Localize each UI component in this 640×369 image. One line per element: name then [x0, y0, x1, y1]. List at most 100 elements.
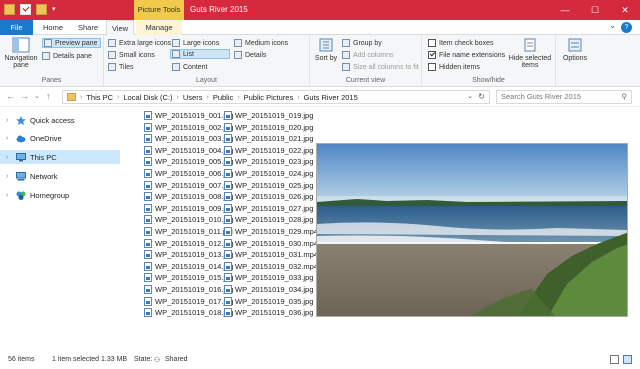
file-item[interactable]: WP_20151019_032.mp4 [224, 261, 318, 272]
chevron-right-icon[interactable]: › [6, 117, 12, 124]
preview-pane-label: Preview pane [55, 39, 98, 47]
file-item[interactable]: WP_20151019_003.jpg [144, 133, 233, 144]
hidden-items-toggle[interactable]: Hidden items [428, 62, 480, 72]
sidebar-item-network[interactable]: › Network [0, 169, 120, 183]
sidebar-item-quick-access[interactable]: › Quick access [0, 113, 120, 127]
sidebar-item-this-pc[interactable]: › This PC [0, 150, 120, 164]
breadcrumb-public[interactable]: Public [213, 93, 233, 102]
file-item[interactable]: WP_20151019_018.jpg [144, 307, 233, 318]
large-icons-option[interactable]: Large icons [172, 38, 219, 48]
breadcrumb-users[interactable]: Users [183, 93, 203, 102]
beach-photo-preview [317, 144, 627, 316]
file-item[interactable]: WP_20151019_014.jpg [144, 261, 233, 272]
maximize-button[interactable]: ☐ [580, 0, 610, 20]
file-item[interactable]: WP_20151019_012.jpg [144, 238, 233, 249]
file-item[interactable]: WP_20151019_030.mp4 [224, 238, 318, 249]
chevron-right-icon[interactable]: › [6, 192, 12, 199]
breadcrumb-current-folder[interactable]: Guts River 2015 [304, 93, 358, 102]
details-view-icon[interactable] [610, 355, 619, 364]
chevron-down-icon[interactable]: ▾ [52, 4, 60, 15]
file-item[interactable]: WP_20151019_023.jpg [224, 156, 313, 167]
file-item[interactable]: WP_20151019_025.jpg [224, 180, 313, 191]
sort-by-button[interactable]: Sort by [314, 37, 338, 62]
chevron-down-icon[interactable]: ⌄ [609, 21, 616, 30]
tab-share[interactable]: Share [72, 20, 104, 35]
tiles-icon [108, 63, 116, 71]
hide-selected-items-button[interactable]: Hide selected items [508, 37, 552, 69]
large-icons-view-icon[interactable] [623, 355, 632, 364]
extra-large-icons-option[interactable]: Extra large icons [108, 38, 171, 48]
folder-icon[interactable] [4, 4, 15, 15]
file-item[interactable]: WP_20151019_022.jpg [224, 145, 313, 156]
tab-home[interactable]: Home [38, 20, 68, 35]
address-bar[interactable]: › This PC › Local Disk (C:) › Users › Pu… [62, 90, 490, 104]
file-item[interactable]: WP_20151019_019.jpg [224, 110, 313, 121]
file-item[interactable]: WP_20151019_034.jpg [224, 284, 313, 295]
search-input[interactable]: Search Guts River 2015 ⚲ [496, 90, 632, 104]
small-icons-option[interactable]: Small icons [108, 50, 155, 60]
item-check-boxes-toggle[interactable]: Item check boxes [428, 38, 493, 48]
file-item[interactable]: WP_20151019_004.jpg [144, 145, 233, 156]
size-all-columns-button[interactable]: Size all columns to fit [342, 62, 419, 72]
breadcrumb-public-pictures[interactable]: Public Pictures [244, 93, 294, 102]
details-option[interactable]: Details [234, 50, 266, 60]
file-item[interactable]: WP_20151019_031.mp4 [224, 249, 318, 260]
file-item[interactable]: WP_20151019_026.jpg [224, 191, 313, 202]
file-item[interactable]: WP_20151019_001.jpg [144, 110, 233, 121]
details-pane-button[interactable]: Details pane [42, 51, 92, 61]
tab-manage[interactable]: Manage [136, 20, 182, 35]
medium-icons-option[interactable]: Medium icons [234, 38, 288, 48]
file-item[interactable]: WP_20151019_029.mp4 [224, 226, 318, 237]
file-name-extensions-toggle[interactable]: File name extensions [428, 50, 505, 60]
file-item[interactable]: WP_20151019_020.jpg [224, 122, 313, 133]
file-item[interactable]: WP_20151019_007.jpg [144, 180, 233, 191]
close-button[interactable]: ✕ [610, 0, 640, 20]
chevron-down-icon[interactable]: ⌄ [467, 92, 473, 100]
minimize-button[interactable]: — [550, 0, 580, 20]
file-item[interactable]: WP_20151019_027.jpg [224, 203, 313, 214]
content-option[interactable]: Content [172, 62, 208, 72]
file-item[interactable]: WP_20151019_028.jpg [224, 214, 313, 225]
list-option[interactable]: List [170, 49, 230, 59]
add-columns-button[interactable]: Add columns [342, 50, 393, 60]
file-item[interactable]: WP_20151019_033.jpg [224, 272, 313, 283]
file-item[interactable]: WP_20151019_010.jpg [144, 214, 233, 225]
file-item[interactable]: WP_20151019_009.jpg [144, 203, 233, 214]
group-by-button[interactable]: Group by [342, 38, 382, 48]
file-item[interactable]: WP_20151019_016.jpg [144, 284, 233, 295]
refresh-icon[interactable]: ↻ [478, 92, 485, 101]
breadcrumb-local-disk[interactable]: Local Disk (C:) [123, 93, 172, 102]
file-item[interactable]: WP_20151019_011.jpg [144, 226, 233, 237]
sidebar-item-homegroup[interactable]: › Homegroup [0, 188, 120, 202]
file-item[interactable]: WP_20151019_021.jpg [224, 133, 313, 144]
file-item[interactable]: WP_20151019_006.jpg [144, 168, 233, 179]
file-item[interactable]: WP_20151019_015.jpg [144, 272, 233, 283]
file-item[interactable]: WP_20151019_036.jpg [224, 307, 313, 318]
breadcrumb-this-pc[interactable]: This PC [86, 93, 113, 102]
properties-icon[interactable] [20, 4, 31, 15]
tab-file[interactable]: File [0, 20, 33, 35]
tiles-option[interactable]: Tiles [108, 62, 134, 72]
file-item[interactable]: WP_20151019_035.jpg [224, 296, 313, 307]
chevron-down-icon[interactable]: ⌄ [34, 92, 40, 100]
new-folder-icon[interactable] [36, 4, 47, 15]
chevron-right-icon[interactable]: › [6, 173, 12, 180]
forward-arrow-icon[interactable]: → [20, 91, 29, 101]
chevron-right-icon[interactable]: › [6, 154, 12, 161]
file-item[interactable]: WP_20151019_008.jpg [144, 191, 233, 202]
help-icon[interactable]: ? [621, 22, 632, 33]
file-item[interactable]: WP_20151019_024.jpg [224, 168, 313, 179]
file-item[interactable]: WP_20151019_017.jpg [144, 296, 233, 307]
file-item[interactable]: WP_20151019_002.jpg [144, 122, 233, 133]
file-item[interactable]: WP_20151019_013.jpg [144, 249, 233, 260]
preview-pane-button[interactable]: Preview pane [42, 38, 102, 48]
sidebar-item-onedrive[interactable]: › OneDrive [0, 131, 120, 145]
navigation-pane-button[interactable]: Navigation pane [2, 37, 40, 69]
up-arrow-icon[interactable]: ↑ [46, 91, 51, 101]
file-item[interactable]: WP_20151019_005.jpg [144, 156, 233, 167]
show-hide-group: Item check boxes File name extensions Hi… [422, 35, 556, 87]
tab-view[interactable]: View [106, 20, 134, 36]
back-arrow-icon[interactable]: ← [6, 91, 15, 101]
options-button[interactable]: Options [558, 37, 592, 62]
chevron-right-icon[interactable]: › [6, 135, 12, 142]
